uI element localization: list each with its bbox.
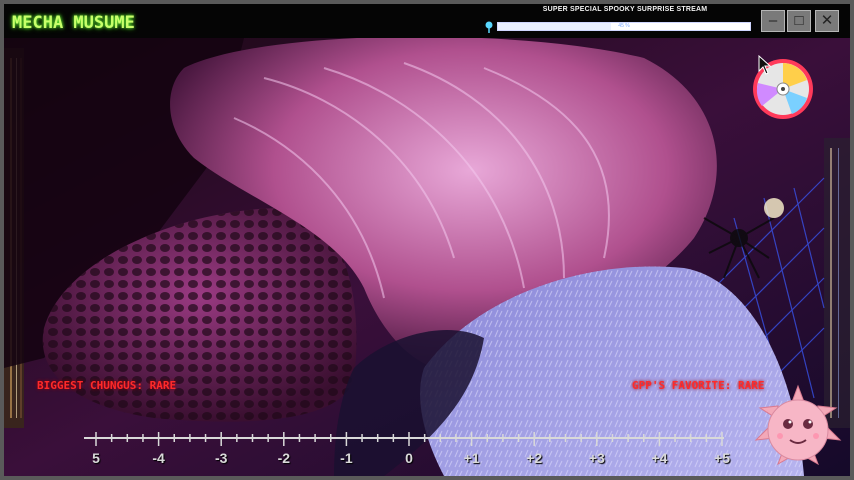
ruler-label: 5 (92, 450, 100, 466)
ruler-label: +3 (588, 450, 605, 466)
ruler-label: +2 (526, 450, 543, 466)
ruler-label: +5 (714, 450, 730, 466)
close-button[interactable]: ✕ (815, 10, 839, 32)
ruler-label: -1 (340, 450, 353, 466)
ruler-label: -3 (214, 450, 228, 466)
ruler-label: -2 (277, 450, 291, 466)
ruler-label: -4 (152, 450, 165, 466)
caption-left: BIGGEST CHUNGUS: RARE (37, 379, 177, 392)
spiky-ball-icon (754, 384, 842, 466)
maximize-button[interactable]: □ (787, 10, 811, 32)
caption-right: GPP'S FAVORITE: RARE (632, 379, 765, 392)
video-viewport (4, 38, 850, 476)
pin-icon (485, 21, 493, 33)
ruler-label: +4 (651, 450, 668, 466)
app-logo: MECHA MUSUME (12, 13, 135, 33)
ruler-label: 0 (405, 450, 413, 466)
ruler-label: +1 (463, 450, 480, 466)
stream-title: SUPER SPECIAL SPOOKY SURPRISE STREAM (542, 6, 708, 13)
stream-progress-bar: 45 % (497, 22, 751, 31)
minimize-button[interactable]: – (761, 10, 785, 32)
video-frame (4, 38, 850, 476)
cursor-icon (758, 55, 772, 75)
progress-text: 45 % (618, 23, 630, 29)
